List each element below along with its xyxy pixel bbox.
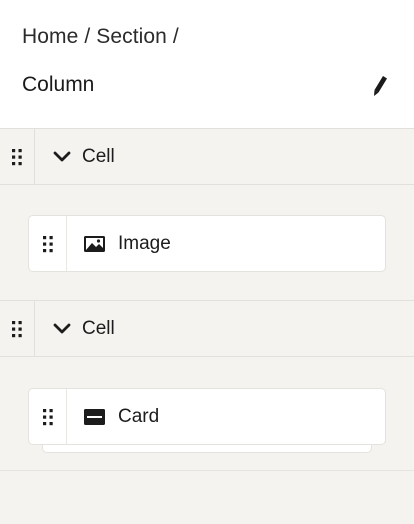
cell-drag-handle[interactable] — [0, 129, 35, 184]
pencil-icon — [374, 76, 387, 96]
page-title: Column — [22, 73, 95, 96]
cell-row: Cell — [0, 300, 414, 357]
chevron-down-icon — [53, 151, 71, 161]
empty-area — [0, 470, 414, 524]
drag-handle-icon — [42, 408, 53, 425]
block-label: Card — [118, 405, 160, 427]
block-image[interactable]: Image — [28, 215, 386, 272]
block-drag-handle[interactable] — [29, 216, 67, 271]
cell-row: Cell — [0, 128, 414, 185]
panel-header: Home / Section / Column — [0, 0, 414, 128]
image-icon — [84, 235, 105, 252]
drag-handle-icon — [12, 148, 22, 165]
block-label: Image — [118, 232, 171, 254]
chevron-down-icon — [53, 323, 71, 333]
cell-body: Card — [0, 357, 414, 470]
breadcrumb[interactable]: Home / Section / — [22, 25, 179, 49]
drag-handle-icon — [42, 235, 53, 252]
cell-label: Cell — [82, 317, 115, 339]
cell-label: Cell — [82, 145, 115, 167]
edit-button[interactable] — [368, 72, 392, 100]
cell-drag-handle[interactable] — [0, 301, 35, 356]
card-icon — [84, 408, 105, 425]
block-drag-handle[interactable] — [29, 389, 67, 444]
cell-body: Image — [0, 185, 414, 299]
cell-toggle[interactable]: Cell — [52, 129, 115, 184]
cell-toggle[interactable]: Cell — [52, 301, 115, 356]
block-card[interactable]: Card — [28, 388, 386, 445]
drag-handle-icon — [12, 320, 22, 337]
